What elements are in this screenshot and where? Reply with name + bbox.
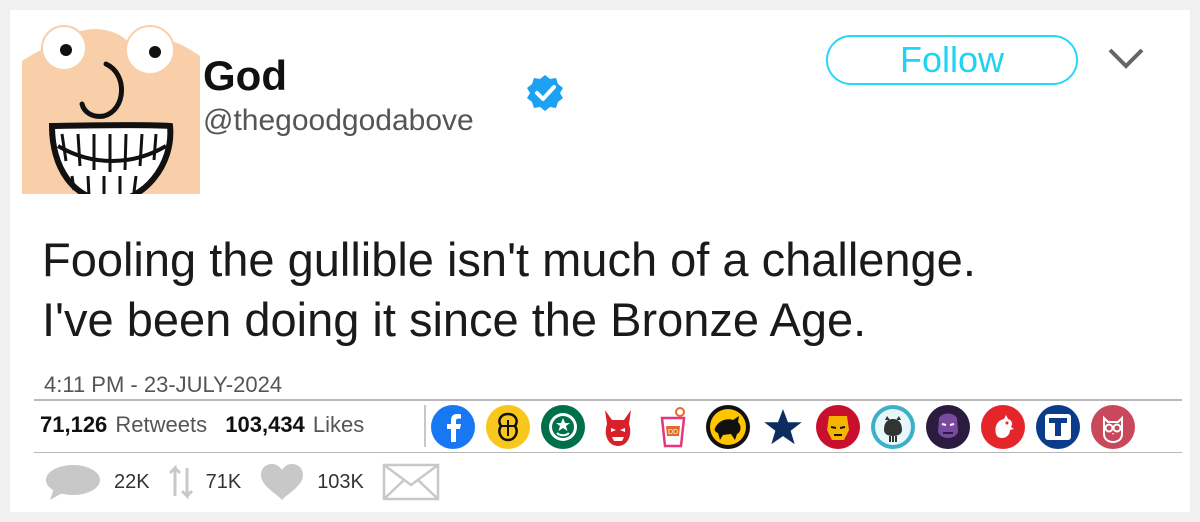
t-logo-icon[interactable] bbox=[1035, 404, 1081, 450]
avatar[interactable] bbox=[22, 16, 200, 194]
thanos-icon[interactable] bbox=[925, 404, 971, 450]
tweet-card: God @thegoodgodabove Follow Fooling the … bbox=[10, 10, 1190, 512]
retweets-label[interactable]: Retweets bbox=[115, 412, 207, 437]
svg-text:DD: DD bbox=[668, 429, 678, 436]
iron-man-icon[interactable] bbox=[815, 404, 861, 450]
liker-avatars: DD bbox=[430, 404, 1136, 450]
tweet-timestamp[interactable]: 4:11 PM - 23-JULY-2024 bbox=[44, 372, 282, 398]
tweet-line: I've been doing it since the Bronze Age. bbox=[42, 293, 867, 346]
likes-label[interactable]: Likes bbox=[313, 412, 364, 437]
verified-badge-icon bbox=[527, 75, 563, 111]
reply-bubble-icon[interactable] bbox=[44, 462, 102, 502]
dallas-star-icon[interactable] bbox=[760, 404, 806, 450]
bee-emblem-icon[interactable] bbox=[485, 404, 531, 450]
divider bbox=[34, 399, 1182, 401]
starbucks-logo-icon[interactable] bbox=[540, 404, 586, 450]
chevron-down-icon[interactable] bbox=[1106, 46, 1146, 72]
buffalo-wild-wings-icon[interactable] bbox=[705, 404, 751, 450]
user-handle[interactable]: @thegoodgodabove bbox=[203, 104, 474, 138]
facebook-logo-icon[interactable] bbox=[430, 404, 476, 450]
divider bbox=[34, 452, 1182, 453]
rooster-logo-icon[interactable] bbox=[980, 404, 1026, 450]
stats-separator bbox=[424, 405, 426, 447]
drink-cup-icon[interactable]: DD bbox=[650, 404, 696, 450]
reply-count[interactable]: 22K bbox=[114, 471, 150, 494]
follow-button[interactable]: Follow bbox=[826, 35, 1078, 85]
tweet-stats: 71,126 Retweets 103,434 Likes bbox=[40, 412, 376, 438]
like-count[interactable]: 103K bbox=[317, 471, 364, 494]
tweet-text: Fooling the gullible isn't much of a cha… bbox=[42, 230, 1172, 350]
retweet-count[interactable]: 71K bbox=[206, 471, 242, 494]
github-octocat-icon[interactable] bbox=[870, 404, 916, 450]
heart-icon[interactable] bbox=[259, 462, 305, 502]
retweets-count[interactable]: 71,126 bbox=[40, 412, 107, 437]
devil-mask-icon[interactable] bbox=[595, 404, 641, 450]
likes-count[interactable]: 103,434 bbox=[225, 412, 305, 437]
owl-logo-icon[interactable] bbox=[1090, 404, 1136, 450]
avatar-face-icon bbox=[22, 16, 200, 194]
retweet-arrows-icon[interactable] bbox=[168, 460, 194, 504]
tweet-line: Fooling the gullible isn't much of a cha… bbox=[42, 233, 976, 286]
envelope-icon[interactable] bbox=[382, 463, 440, 501]
tweet-actions: 22K 71K 103K bbox=[44, 460, 440, 504]
display-name[interactable]: God bbox=[203, 52, 287, 100]
